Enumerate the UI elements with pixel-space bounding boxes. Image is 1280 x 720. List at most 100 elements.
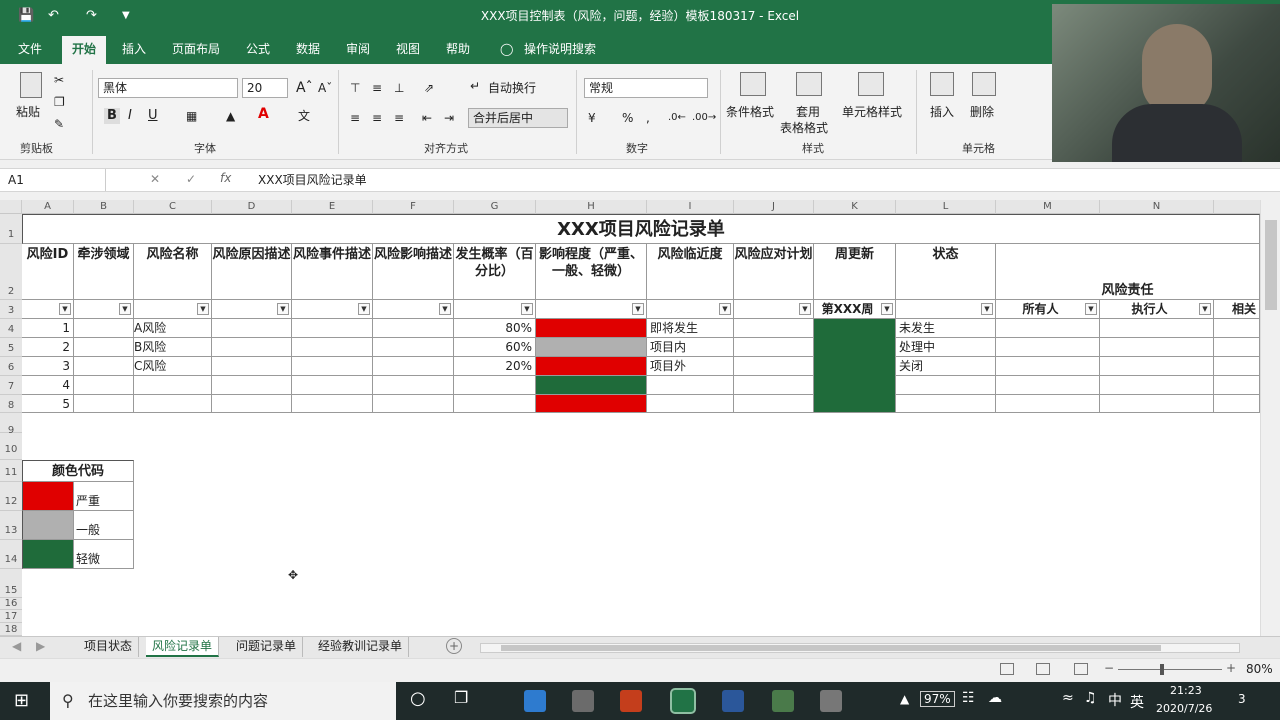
align-center-icon[interactable]: ≡ xyxy=(372,110,382,126)
filter-cell[interactable]: ▼ xyxy=(212,300,292,319)
header-proximity[interactable]: 风险临近度 xyxy=(647,244,734,300)
table-cell[interactable] xyxy=(996,376,1100,395)
clock-date[interactable]: 2020/7/26 xyxy=(1156,702,1212,715)
app-icon[interactable] xyxy=(572,690,594,712)
worksheet[interactable]: XXX项目风险记录单 风险ID 牵涉领域 风险名称 风险原因描述 风险事件描述 … xyxy=(22,214,1260,636)
menu-review[interactable]: 审阅 xyxy=(344,40,372,60)
column-header[interactable]: H xyxy=(536,200,647,214)
menu-view[interactable]: 视图 xyxy=(394,40,422,60)
impact-severe-cell[interactable] xyxy=(536,395,647,413)
column-header[interactable]: N xyxy=(1100,200,1214,214)
weekly-update-block[interactable] xyxy=(814,319,896,413)
format-painter-icon[interactable]: ✎ xyxy=(54,116,64,132)
row-header[interactable]: 4 xyxy=(0,319,22,338)
align-top-icon[interactable]: ⊤ xyxy=(350,80,360,96)
table-cell[interactable] xyxy=(1100,338,1214,357)
ime-language[interactable]: 英 xyxy=(1130,692,1144,712)
filter-dropdown-icon[interactable]: ▼ xyxy=(119,303,131,315)
decrease-font-icon[interactable]: Aˇ xyxy=(318,80,332,96)
wrap-text-button[interactable]: 自动换行 xyxy=(488,80,536,96)
insert-cells-icon[interactable] xyxy=(930,72,954,96)
table-cell[interactable] xyxy=(996,338,1100,357)
row-header[interactable]: 18 xyxy=(0,623,22,636)
insert-cells-button[interactable]: 插入 xyxy=(930,104,954,120)
filter-cell[interactable]: ▼ xyxy=(536,300,647,319)
filter-dropdown-icon[interactable]: ▼ xyxy=(197,303,209,315)
filter-dropdown-icon[interactable]: ▼ xyxy=(439,303,451,315)
risk-name-cell[interactable]: B风险 xyxy=(134,338,212,357)
table-format-button-line2[interactable]: 表格格式 xyxy=(780,120,828,136)
excel-icon[interactable] xyxy=(670,688,696,714)
tab-lessons-learned[interactable]: 经验教训记录单 xyxy=(312,637,410,657)
header-probability[interactable]: 发生概率（百分比） xyxy=(454,244,536,300)
table-cell[interactable] xyxy=(292,376,373,395)
table-format-button[interactable]: 套用 xyxy=(796,104,820,120)
filter-dropdown-icon[interactable]: ▼ xyxy=(358,303,370,315)
executor-header[interactable]: 执行人 ▼ xyxy=(1100,300,1214,319)
legend-severe-swatch[interactable] xyxy=(22,482,74,511)
table-cell[interactable] xyxy=(74,357,134,376)
legend-medium-label[interactable]: 一般 xyxy=(74,511,134,540)
table-cell[interactable] xyxy=(454,395,536,413)
cut-icon[interactable]: ✂ xyxy=(54,72,64,88)
column-header[interactable]: L xyxy=(896,200,996,214)
taskbar-search[interactable]: ⚲ 在这里输入你要搜索的内容 xyxy=(50,682,396,720)
cell-styles-button[interactable]: 单元格样式 xyxy=(842,104,902,120)
table-cell[interactable] xyxy=(212,395,292,413)
proximity-cell[interactable]: 即将发生 xyxy=(647,319,734,338)
font-size-select[interactable]: 20 xyxy=(242,78,288,98)
table-cell[interactable] xyxy=(212,338,292,357)
header-event[interactable]: 风险事件描述 xyxy=(292,244,373,300)
risk-id-cell[interactable]: 2 xyxy=(22,338,74,357)
probability-cell[interactable]: 60% xyxy=(454,338,536,357)
italic-button[interactable]: I xyxy=(128,108,132,124)
filter-dropdown-icon[interactable]: ▼ xyxy=(981,303,993,315)
column-header[interactable]: E xyxy=(292,200,373,214)
word-icon[interactable] xyxy=(722,690,744,712)
zoom-in-icon[interactable]: + xyxy=(1226,661,1236,675)
row-header[interactable]: 1 xyxy=(0,214,22,244)
number-format-select[interactable]: 常规 xyxy=(584,78,708,98)
header-domain[interactable]: 牵涉领域 xyxy=(74,244,134,300)
table-cell[interactable] xyxy=(1100,319,1214,338)
increase-decimal-icon[interactable]: .0← xyxy=(668,110,686,126)
week-label-cell[interactable]: 第XXX周 ▼ xyxy=(814,300,896,319)
normal-view-icon[interactable] xyxy=(1000,663,1014,675)
table-cell[interactable] xyxy=(734,357,814,376)
risk-id-cell[interactable]: 5 xyxy=(22,395,74,413)
zoom-slider-thumb[interactable] xyxy=(1160,664,1164,675)
align-left-icon[interactable]: ≡ xyxy=(350,110,360,126)
row-header[interactable]: 8 xyxy=(0,395,22,413)
battery-indicator[interactable]: 97% xyxy=(920,691,955,707)
row-header[interactable]: 17 xyxy=(0,610,22,623)
comma-icon[interactable]: , xyxy=(646,110,650,126)
probability-cell[interactable]: 20% xyxy=(454,357,536,376)
select-all-corner[interactable] xyxy=(0,200,22,214)
row-header[interactable]: 6 xyxy=(0,357,22,376)
delete-cells-button[interactable]: 删除 xyxy=(970,104,994,120)
enter-icon[interactable]: ✓ xyxy=(186,172,196,186)
row-header[interactable]: 11 xyxy=(0,460,22,482)
row-header[interactable]: 14 xyxy=(0,540,22,569)
impact-severe-cell[interactable] xyxy=(536,319,647,338)
risk-id-cell[interactable]: 1 xyxy=(22,319,74,338)
table-cell[interactable] xyxy=(734,319,814,338)
table-cell[interactable] xyxy=(1100,395,1214,413)
filter-cell[interactable]: ▼ xyxy=(74,300,134,319)
table-cell[interactable] xyxy=(373,357,454,376)
h-scroll-thumb[interactable] xyxy=(501,645,1161,651)
header-responsibility[interactable]: 风险责任 xyxy=(996,244,1260,300)
cancel-icon[interactable]: ✕ xyxy=(150,172,160,186)
filter-cell[interactable]: ▼ xyxy=(292,300,373,319)
app-icon[interactable] xyxy=(772,690,794,712)
paste-button[interactable]: 粘贴 xyxy=(16,104,40,120)
filter-cell[interactable]: ▼ xyxy=(22,300,74,319)
copy-icon[interactable]: ❐ xyxy=(54,94,65,110)
column-header[interactable]: B xyxy=(74,200,134,214)
tab-project-status[interactable]: 项目状态 xyxy=(78,637,140,657)
menu-home[interactable]: 开始 xyxy=(62,36,107,64)
legend-title[interactable]: 颜色代码 xyxy=(22,460,134,482)
table-cell[interactable] xyxy=(647,376,734,395)
table-cell[interactable] xyxy=(1214,319,1260,338)
zoom-level[interactable]: 80% xyxy=(1246,662,1273,676)
